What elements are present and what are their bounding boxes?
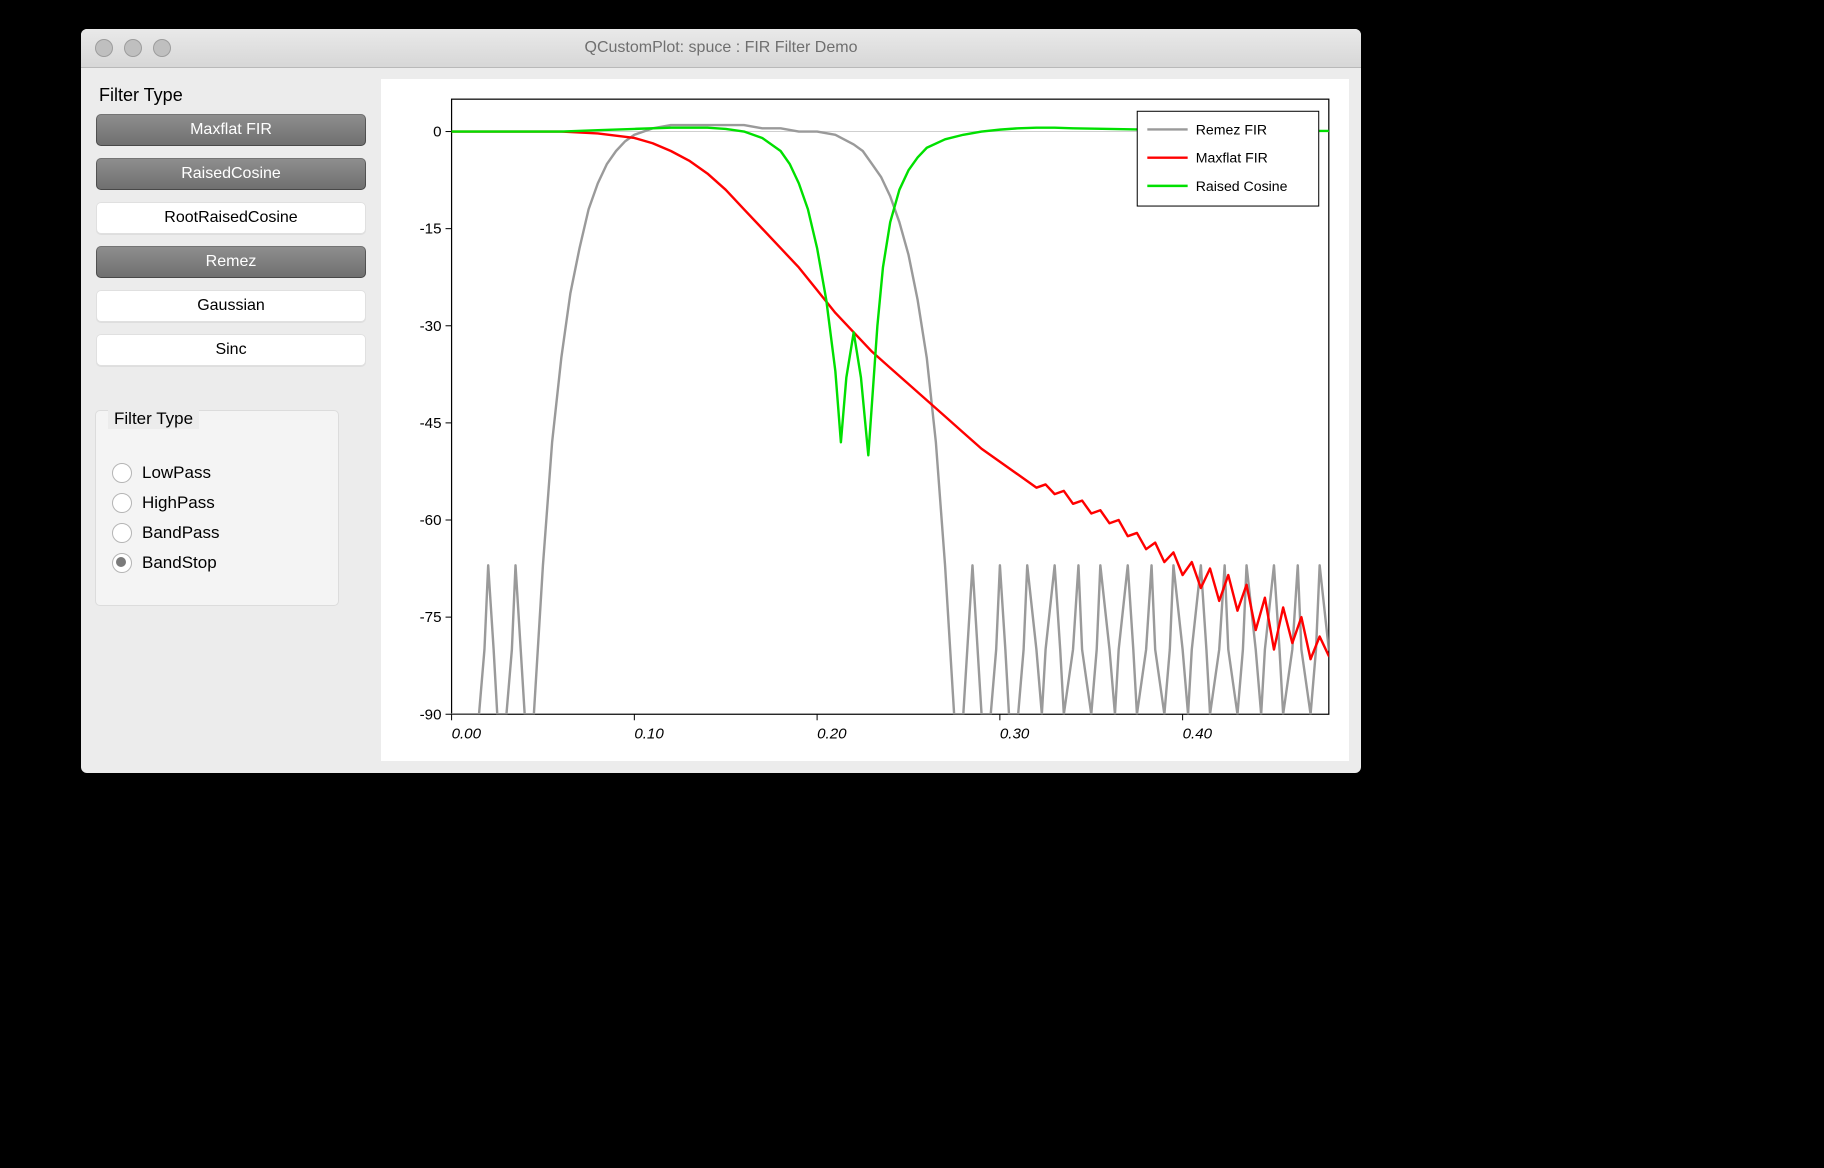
radio-bandstop[interactable]: BandStop — [112, 553, 322, 573]
filter-button-maxflatfir[interactable]: Maxflat FIR — [96, 114, 366, 146]
radio-lowpass[interactable]: LowPass — [112, 463, 322, 483]
radio-highpass[interactable]: HighPass — [112, 493, 322, 513]
filter-button-rootraisedcosine[interactable]: RootRaisedCosine — [96, 202, 366, 234]
plot-area[interactable]: 0 -15 -30 -45 -60 -75 -90 0.00 0.10 0.20 0.30 0.40 R… — [381, 67, 1361, 773]
svg-text:-60: -60 — [420, 512, 442, 529]
close-icon[interactable] — [95, 39, 113, 57]
minimize-icon[interactable] — [124, 39, 142, 57]
traffic-lights — [95, 39, 171, 57]
svg-text:-90: -90 — [420, 706, 442, 723]
svg-text:Remez FIR: Remez FIR — [1196, 121, 1267, 137]
svg-text:0.10: 0.10 — [634, 725, 664, 742]
svg-text:0: 0 — [433, 124, 441, 141]
filter-button-gaussian[interactable]: Gaussian — [96, 290, 366, 322]
window-title: QCustomPlot: spuce : FIR Filter Demo — [585, 39, 858, 57]
svg-text:-30: -30 — [420, 318, 442, 335]
svg-text:-75: -75 — [420, 609, 442, 626]
filter-button-sinc[interactable]: Sinc — [96, 334, 366, 366]
radio-bandpass[interactable]: BandPass — [112, 523, 322, 543]
radio-icon[interactable] — [112, 523, 132, 543]
svg-text:-45: -45 — [420, 415, 442, 432]
radio-icon[interactable] — [112, 493, 132, 513]
radio-label: HighPass — [142, 493, 215, 513]
radio-icon[interactable] — [112, 463, 132, 483]
radio-label: BandStop — [142, 553, 217, 573]
radio-label: LowPass — [142, 463, 211, 483]
group-title: Filter Type — [108, 409, 199, 429]
svg-text:-15: -15 — [420, 221, 442, 238]
titlebar: QCustomPlot: spuce : FIR Filter Demo — [81, 29, 1361, 68]
radio-label: BandPass — [142, 523, 220, 543]
zoom-icon[interactable] — [153, 39, 171, 57]
sidebar: Filter Type Maxflat FIR RaisedCosine RootR… — [81, 67, 381, 773]
sidebar-heading: Filter Type — [99, 85, 363, 106]
filter-button-remez[interactable]: Remez — [96, 246, 366, 278]
svg-text:0.20: 0.20 — [817, 725, 847, 742]
radio-icon[interactable] — [112, 553, 132, 573]
filter-button-raisedcosine[interactable]: RaisedCosine — [96, 158, 366, 190]
svg-text:0.40: 0.40 — [1183, 725, 1213, 742]
svg-text:0.30: 0.30 — [1000, 725, 1030, 742]
filter-mode-group: Filter Type LowPass HighPass BandPass BandS… — [95, 410, 339, 606]
app-window: QCustomPlot: spuce : FIR Filter Demo Fil… — [81, 29, 1361, 773]
chart-canvas[interactable]: 0 -15 -30 -45 -60 -75 -90 0.00 0.10 0.20 0.30 0.40 R… — [381, 79, 1349, 765]
svg-text:Maxflat FIR: Maxflat FIR — [1196, 150, 1268, 166]
svg-text:0.00: 0.00 — [452, 725, 482, 742]
svg-text:Raised Cosine: Raised Cosine — [1196, 178, 1288, 194]
